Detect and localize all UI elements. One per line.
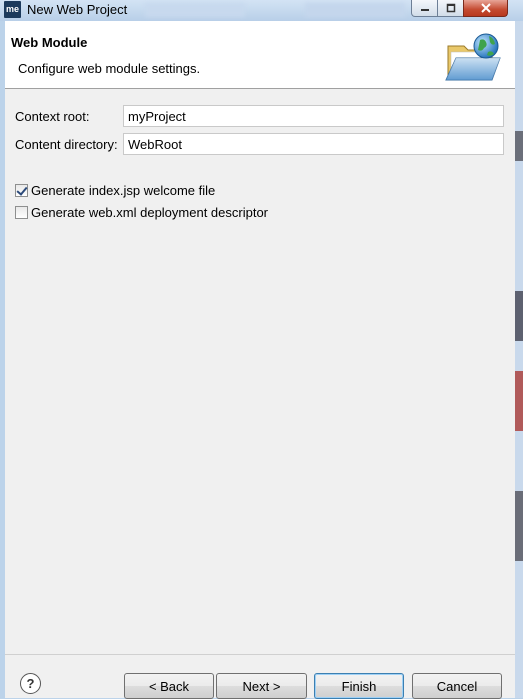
maximize-button[interactable] — [437, 0, 464, 17]
help-button[interactable]: ? — [20, 673, 41, 694]
dialog-content: Web Module Configure web module settings… — [5, 21, 515, 699]
window-title: New Web Project — [27, 2, 128, 17]
content-directory-label: Content directory: — [15, 137, 118, 152]
close-button[interactable] — [463, 0, 508, 17]
cancel-button[interactable]: Cancel — [412, 673, 502, 699]
footer-separator — [5, 654, 515, 655]
next-button[interactable]: Next > — [216, 673, 307, 699]
title-bar: me New Web Project — [0, 0, 523, 21]
maximize-icon — [446, 3, 455, 13]
back-button[interactable]: < Back — [124, 673, 214, 699]
wizard-header: Web Module Configure web module settings… — [5, 21, 515, 89]
generate-webxml-label: Generate web.xml deployment descriptor — [31, 205, 269, 220]
folder-globe-icon — [445, 33, 501, 81]
generate-index-option[interactable]: Generate index.jsp welcome file — [15, 183, 215, 198]
minimize-button[interactable] — [411, 0, 438, 17]
generate-webxml-option[interactable]: Generate web.xml deployment descriptor — [15, 205, 268, 220]
background-blur — [145, 3, 245, 17]
generate-index-checkbox[interactable] — [15, 184, 28, 197]
content-directory-input[interactable] — [123, 133, 504, 155]
generate-webxml-checkbox[interactable] — [15, 206, 28, 219]
minimize-icon — [420, 9, 429, 11]
background-window-edge — [515, 21, 523, 698]
page-description: Configure web module settings. — [18, 61, 201, 76]
generate-index-label: Generate index.jsp welcome file — [31, 183, 216, 198]
app-icon: me — [4, 1, 21, 18]
page-title: Web Module — [11, 35, 88, 50]
context-root-input[interactable] — [123, 105, 504, 127]
context-root-label: Context root: — [15, 109, 90, 124]
background-blur — [305, 3, 405, 17]
finish-button[interactable]: Finish — [314, 673, 404, 699]
close-icon — [480, 3, 491, 13]
